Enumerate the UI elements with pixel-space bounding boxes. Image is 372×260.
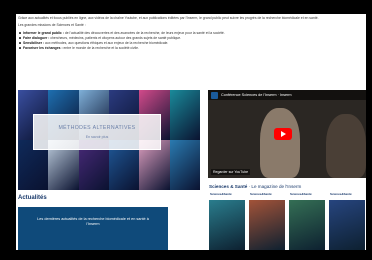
intro-paragraph: Grâce aux actualités et focus publiés en… <box>18 16 319 20</box>
featured-more-link[interactable]: En savoir plus <box>86 135 109 139</box>
mission-lead: Faire dialoguer : <box>23 35 50 40</box>
mosaic-tile-image <box>169 90 200 140</box>
mission-text: aux méthodes, aux questions éthiques et … <box>44 40 169 45</box>
mission-text: de l'actualité des découvertes et des av… <box>63 30 225 35</box>
featured-label-box[interactable]: MÉTHODES ALTERNATIVES En savoir plus <box>33 114 161 150</box>
magazine-section-title: Sciences & Santé · Le magazine de l'Inse… <box>209 184 301 189</box>
magazine-cover[interactable]: Science&Santé <box>329 191 365 250</box>
mission-text: chercheurs, médecins, patients et citoye… <box>49 35 182 40</box>
magazine-title-bold: Sciences & Santé <box>209 184 248 189</box>
magazine-title-rest: · Le magazine de l'Inserm <box>247 184 302 189</box>
mission-item: Faire dialoguer : chercheurs, médecins, … <box>18 36 363 40</box>
magazine-cover-masthead: Science&Santé <box>249 191 285 200</box>
video-player[interactable]: Conférence Sciences de l'Inserm · Inserm… <box>208 90 366 178</box>
magazine-cover[interactable]: Science&Santé <box>209 191 245 250</box>
play-button-icon[interactable] <box>274 128 292 140</box>
mission-lead: Sensibiliser : <box>23 40 45 45</box>
featured-title: MÉTHODES ALTERNATIVES <box>58 125 136 131</box>
featured-mosaic-banner[interactable]: MÉTHODES ALTERNATIVES En savoir plus <box>18 90 200 190</box>
missions-heading: Les grandes missions de Sciences et Sant… <box>18 23 86 28</box>
mission-item: Sensibiliser : aux méthodes, aux questio… <box>18 41 363 45</box>
mosaic-tile-image <box>169 140 200 190</box>
news-card[interactable]: Les dernières actualités de la recherche… <box>18 207 168 250</box>
channel-logo-icon <box>211 91 218 99</box>
magazine-cover[interactable]: Science&Santé <box>289 191 325 250</box>
mission-lead: Informer le grand public : <box>23 30 64 35</box>
news-section-title: Actualités <box>18 195 47 201</box>
watch-on-youtube-link[interactable]: Regarder sur YouTube <box>211 169 251 175</box>
intro-text-block: Grâce aux actualités et focus publiés en… <box>18 16 363 51</box>
magazine-cover[interactable]: Science&Santé <box>249 191 285 250</box>
missions-list: Informer le grand public : de l'actualit… <box>18 31 363 51</box>
mission-item: Favoriser les échanges : entre le monde … <box>18 46 363 50</box>
magazine-covers: Science&Santé Science&Santé Science&Santé S… <box>209 191 366 250</box>
video-title-bar: Conférence Sciences de l'Inserm · Inserm <box>208 90 366 100</box>
magazine-cover-masthead: Science&Santé <box>289 191 325 200</box>
magazine-cover-masthead: Science&Santé <box>329 191 365 200</box>
news-card-text: Les dernières actualités de la recherche… <box>37 217 149 226</box>
magazine-cover-masthead: Science&Santé <box>209 191 245 200</box>
web-page: Grâce aux actualités et focus publiés en… <box>16 14 366 250</box>
mission-text: entre le monde de la recherche et la soc… <box>62 45 139 50</box>
mission-lead: Favoriser les échanges : <box>23 45 63 50</box>
mission-item: Informer le grand public : de l'actualit… <box>18 31 363 35</box>
video-title[interactable]: Conférence Sciences de l'Inserm · Inserm <box>221 93 292 97</box>
screen-bezel: Grâce aux actualités et focus publiés en… <box>6 6 366 250</box>
video-person-left <box>260 108 300 178</box>
video-person-right <box>326 114 366 178</box>
